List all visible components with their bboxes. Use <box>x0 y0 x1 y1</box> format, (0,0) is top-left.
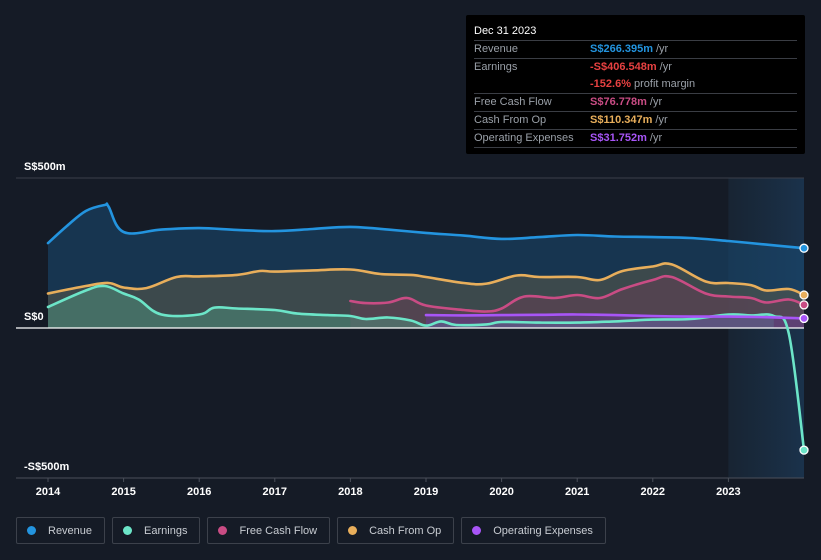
tooltip-row: Revenue S$266.395m/yr <box>474 41 797 59</box>
legend-label: Free Cash Flow <box>239 524 318 537</box>
tooltip-row: Free Cash Flow S$76.778m/yr <box>474 94 797 112</box>
x-tick-label: 2019 <box>414 486 438 498</box>
tooltip-row: Cash From Op S$110.347m/yr <box>474 112 797 130</box>
tooltip-value: S$31.752m <box>590 132 647 144</box>
x-tick-label: 2014 <box>36 486 61 498</box>
tooltip-row: -152.6% profit margin <box>474 76 797 94</box>
tooltip-value: -S$406.548m <box>590 61 657 73</box>
endpoint-free-cash-flow[interactable] <box>799 300 809 310</box>
tooltip-value: S$76.778m <box>590 96 647 108</box>
y-tick-label: -S$500m <box>24 461 69 473</box>
legend-dot-icon <box>218 526 228 535</box>
x-tick-label: 2016 <box>187 486 211 498</box>
legend-item-revenue[interactable]: Revenue <box>16 517 106 544</box>
x-tick-label: 2015 <box>111 486 135 498</box>
legend-label: Operating Expenses <box>493 524 593 537</box>
legend-item-operating-expenses[interactable]: Operating Expenses <box>461 517 606 544</box>
legend-item-earnings[interactable]: Earnings <box>112 517 201 544</box>
tooltip-label: Revenue <box>474 43 519 55</box>
legend-dot-icon <box>27 526 36 535</box>
legend-dot-icon <box>472 526 482 535</box>
tooltip-label: Free Cash Flow <box>474 96 552 108</box>
tooltip-label: Earnings <box>474 61 518 73</box>
tooltip-row: Earnings -S$406.548m/yr <box>474 59 797 76</box>
y-tick-label: S$0 <box>24 311 44 323</box>
tooltip-value: -152.6% <box>590 78 631 90</box>
tooltip-row: Operating Expenses S$31.752m/yr <box>474 130 797 148</box>
endpoint-revenue[interactable] <box>799 243 809 253</box>
legend-dot-icon <box>348 526 358 535</box>
endpoint-earnings[interactable] <box>799 445 809 455</box>
tooltip-unit: profit margin <box>633 78 696 90</box>
tooltip-label: Operating Expenses <box>474 132 574 144</box>
legend-label: Earnings <box>144 524 188 537</box>
tooltip-unit: /yr <box>649 132 663 144</box>
x-tick-label: 2018 <box>338 486 362 498</box>
endpoint-operating-expenses[interactable] <box>799 313 809 324</box>
legend-label: Cash From Op <box>369 524 442 537</box>
legend-item-free-cash-flow[interactable]: Free Cash Flow <box>207 517 331 544</box>
y-tick-label: S$500m <box>24 161 66 173</box>
tooltip-label <box>474 76 590 93</box>
x-tick-label: 2020 <box>489 486 513 498</box>
tooltip-unit: /yr <box>655 114 668 126</box>
tooltip-unit: /yr <box>656 43 669 55</box>
legend-dot-icon <box>123 526 133 535</box>
tooltip: Dec 31 2023 Revenue S$266.395m/yr Earnings… <box>466 15 805 154</box>
tooltip-value: S$110.347m <box>590 114 653 126</box>
legend: Revenue Earnings Free Cash Flow Cash From O… <box>16 517 606 544</box>
x-tick-label: 2023 <box>716 486 740 498</box>
tooltip-unit: /yr <box>649 96 663 108</box>
tooltip-date: Dec 31 2023 <box>474 23 797 41</box>
x-tick-label: 2022 <box>641 486 665 498</box>
x-tick-label: 2017 <box>263 486 287 498</box>
x-tick-label: 2021 <box>565 486 589 498</box>
tooltip-unit: /yr <box>659 61 672 73</box>
endpoint-cash-from-op[interactable] <box>799 290 809 300</box>
legend-label: Revenue <box>48 524 93 537</box>
legend-item-cash-from-op[interactable]: Cash From Op <box>337 517 455 544</box>
tooltip-label: Cash From Op <box>474 114 547 126</box>
tooltip-value: S$266.395m <box>590 43 653 55</box>
